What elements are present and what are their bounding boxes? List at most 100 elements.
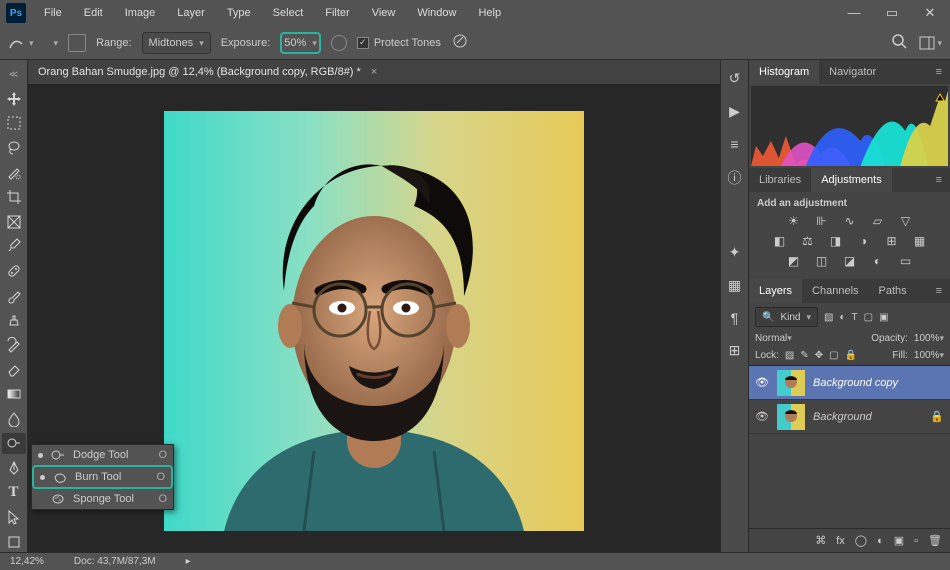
- delete-layer-icon[interactable]: 🗑: [928, 534, 942, 547]
- layer-mask-icon[interactable]: ◯: [855, 534, 867, 547]
- filter-smart-icon[interactable]: ▣: [879, 312, 888, 323]
- range-dropdown[interactable]: Midtones: [142, 32, 211, 54]
- panel-menu-icon[interactable]: ≡: [928, 66, 950, 78]
- clone-stamp-tool[interactable]: [2, 310, 26, 331]
- new-fill-icon[interactable]: ◐: [877, 535, 884, 547]
- info-icon[interactable]: ⓘ: [728, 168, 742, 188]
- menu-file[interactable]: File: [34, 3, 72, 23]
- brush-tool[interactable]: [2, 285, 26, 306]
- menu-filter[interactable]: Filter: [315, 3, 359, 23]
- adj-photo-filter-icon[interactable]: ◑: [855, 233, 873, 249]
- doc-size[interactable]: Doc: 43,7M/87,3M: [74, 556, 156, 567]
- tab-paths[interactable]: Paths: [869, 279, 917, 303]
- tab-channels[interactable]: Channels: [802, 279, 868, 303]
- search-icon[interactable]: [891, 33, 907, 52]
- window-maximize[interactable]: ▭: [878, 5, 906, 21]
- new-layer-icon[interactable]: ▫: [914, 535, 918, 547]
- menu-view[interactable]: View: [362, 3, 406, 23]
- layer-visibility-icon[interactable]: 👁: [755, 410, 769, 423]
- pen-tool[interactable]: [2, 458, 26, 479]
- menu-edit[interactable]: Edit: [74, 3, 113, 23]
- clone-source-icon[interactable]: ⊞: [729, 342, 741, 359]
- adj-gradient-map-icon[interactable]: ▭: [897, 253, 915, 269]
- layer-filter-kind[interactable]: 🔍Kind: [755, 307, 818, 327]
- gradient-tool[interactable]: [2, 384, 26, 405]
- filter-type-icon[interactable]: T: [852, 312, 858, 323]
- tab-libraries[interactable]: Libraries: [749, 168, 811, 192]
- panel-menu-icon[interactable]: ≡: [928, 174, 950, 186]
- menu-image[interactable]: Image: [115, 3, 166, 23]
- lock-position-icon[interactable]: ✥: [815, 350, 823, 361]
- exposure-dropdown[interactable]: 50%: [280, 32, 321, 54]
- lock-image-icon[interactable]: ✎: [800, 350, 808, 361]
- layer-item-bg-copy[interactable]: 👁 Background copy: [749, 366, 950, 400]
- status-chevron-icon[interactable]: ▸: [186, 556, 191, 567]
- adj-threshold-icon[interactable]: ◪: [841, 253, 859, 269]
- link-layers-icon[interactable]: ⌘: [815, 534, 826, 547]
- brush-panel-icon[interactable]: [68, 34, 86, 52]
- blend-mode-dropdown[interactable]: Normal: [755, 333, 865, 344]
- zoom-level[interactable]: 12,42%: [10, 556, 44, 567]
- flyout-sponge-tool[interactable]: Sponge ToolO: [32, 489, 173, 509]
- adj-levels-icon[interactable]: ⊪: [813, 213, 831, 229]
- paragraph-icon[interactable]: ¶: [731, 310, 739, 326]
- tool-preset-picker[interactable]: [8, 36, 34, 50]
- layer-style-icon[interactable]: fx: [836, 535, 845, 547]
- type-tool[interactable]: T: [2, 482, 26, 503]
- adj-bw-icon[interactable]: ◨: [827, 233, 845, 249]
- brushes-icon[interactable]: ✦: [729, 244, 741, 261]
- layer-visibility-icon[interactable]: 👁: [755, 376, 769, 389]
- layer-name[interactable]: Background: [813, 411, 872, 423]
- lock-all-icon[interactable]: 🔒: [845, 350, 857, 361]
- history-brush-tool[interactable]: [2, 335, 26, 356]
- path-select-tool[interactable]: [2, 507, 26, 528]
- workspace-switcher[interactable]: [919, 36, 942, 50]
- swatches-icon[interactable]: ▦: [728, 277, 741, 294]
- marquee-tool[interactable]: [2, 113, 26, 134]
- window-close[interactable]: ✕: [916, 5, 944, 21]
- adj-balance-icon[interactable]: ⚖: [799, 233, 817, 249]
- menu-layer[interactable]: Layer: [167, 3, 215, 23]
- flyout-dodge-tool[interactable]: Dodge ToolO: [32, 445, 173, 465]
- lasso-tool[interactable]: [2, 138, 26, 159]
- eraser-tool[interactable]: [2, 359, 26, 380]
- filter-shape-icon[interactable]: ▢: [864, 312, 873, 323]
- tab-adjustments[interactable]: Adjustments: [811, 168, 892, 192]
- fill-input[interactable]: 100%: [914, 350, 944, 361]
- lock-transparency-icon[interactable]: ▨: [785, 350, 794, 361]
- filter-adjust-icon[interactable]: ◐: [839, 312, 845, 323]
- lock-artboard-icon[interactable]: ▢: [829, 350, 838, 361]
- adj-posterize-icon[interactable]: ◫: [813, 253, 831, 269]
- crop-tool[interactable]: [2, 187, 26, 208]
- window-minimize[interactable]: —: [840, 5, 868, 21]
- close-tab-icon[interactable]: ×: [371, 66, 377, 78]
- new-group-icon[interactable]: ▣: [894, 534, 904, 547]
- opacity-input[interactable]: 100%: [914, 333, 944, 344]
- collapse-handle[interactable]: ≪: [2, 64, 26, 85]
- filter-pixel-icon[interactable]: ▧: [824, 312, 833, 323]
- pressure-icon[interactable]: [451, 32, 469, 53]
- adj-exposure-icon[interactable]: ▱: [869, 213, 887, 229]
- airbrush-icon[interactable]: [331, 35, 347, 51]
- adj-selective-icon[interactable]: ◐: [869, 253, 887, 269]
- adj-vibrance-icon[interactable]: ▽: [897, 213, 915, 229]
- healing-tool[interactable]: [2, 261, 26, 282]
- menu-select[interactable]: Select: [263, 3, 314, 23]
- blur-tool[interactable]: [2, 408, 26, 429]
- properties-icon[interactable]: ≡: [730, 136, 738, 152]
- flyout-burn-tool[interactable]: Burn ToolO: [34, 467, 171, 487]
- adj-brightness-icon[interactable]: ☀: [785, 213, 803, 229]
- protect-tones-checkbox[interactable]: ✓Protect Tones: [357, 37, 441, 49]
- tab-layers[interactable]: Layers: [749, 279, 802, 303]
- menu-window[interactable]: Window: [407, 3, 466, 23]
- tab-histogram[interactable]: Histogram: [749, 60, 819, 84]
- adj-invert-icon[interactable]: ◩: [785, 253, 803, 269]
- brush-picker-chevron[interactable]: [54, 37, 59, 49]
- frame-tool[interactable]: [2, 212, 26, 233]
- actions-icon[interactable]: ▶: [729, 103, 740, 120]
- menu-help[interactable]: Help: [468, 3, 511, 23]
- history-icon[interactable]: ↺: [729, 70, 741, 87]
- quick-select-tool[interactable]: [2, 162, 26, 183]
- adj-lookup-icon[interactable]: ▦: [911, 233, 929, 249]
- histogram[interactable]: [751, 86, 948, 166]
